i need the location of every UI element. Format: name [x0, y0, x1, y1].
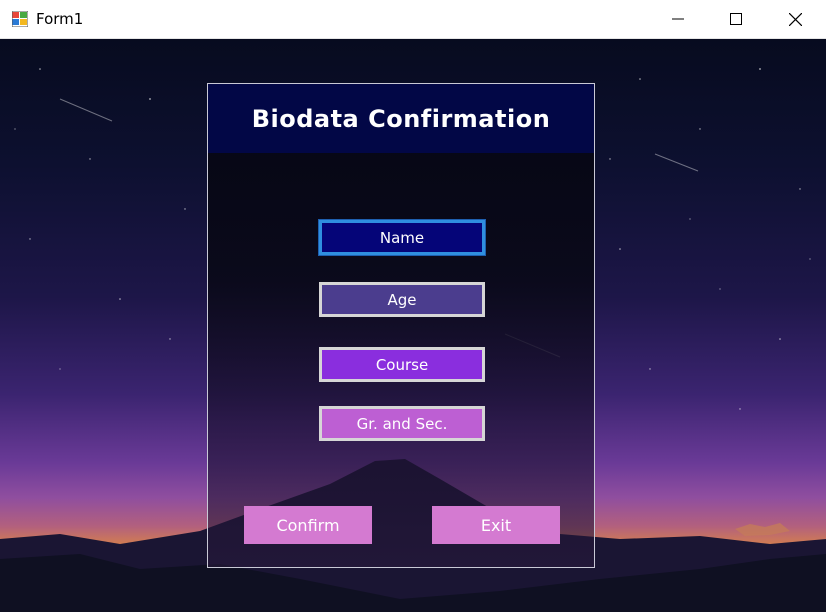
grade-and-section-label: Gr. and Sec.: [356, 414, 448, 433]
name-label: Name: [379, 228, 425, 247]
windows-form-icon: [12, 11, 28, 27]
background-image: Biodata Confirmation Name Age Course Gr.…: [0, 39, 826, 612]
exit-button[interactable]: Exit: [432, 506, 560, 544]
confirm-label: Confirm: [276, 515, 340, 535]
grade-and-section-button[interactable]: Gr. and Sec.: [319, 406, 485, 441]
panel-header: Biodata Confirmation: [208, 84, 594, 153]
course-button[interactable]: Course: [319, 347, 485, 382]
title-bar[interactable]: Form1: [0, 0, 826, 39]
maximize-icon: [730, 13, 742, 25]
biodata-panel: Biodata Confirmation Name Age Course Gr.…: [207, 83, 595, 568]
age-label: Age: [387, 290, 417, 309]
confirm-button[interactable]: Confirm: [244, 506, 372, 544]
window-title: Form1: [36, 10, 84, 28]
panel-title: Biodata Confirmation: [251, 104, 551, 133]
form1-window: Form1 Biodata Confirmation Name Age Cour…: [0, 0, 826, 612]
minimize-button[interactable]: [649, 0, 707, 38]
close-icon: [788, 12, 802, 26]
exit-label: Exit: [480, 515, 512, 535]
maximize-button[interactable]: [707, 0, 765, 38]
name-button[interactable]: Name: [318, 219, 486, 256]
age-button[interactable]: Age: [319, 282, 485, 317]
minimize-icon: [672, 18, 684, 20]
close-button[interactable]: [766, 0, 824, 38]
course-label: Course: [375, 355, 429, 374]
